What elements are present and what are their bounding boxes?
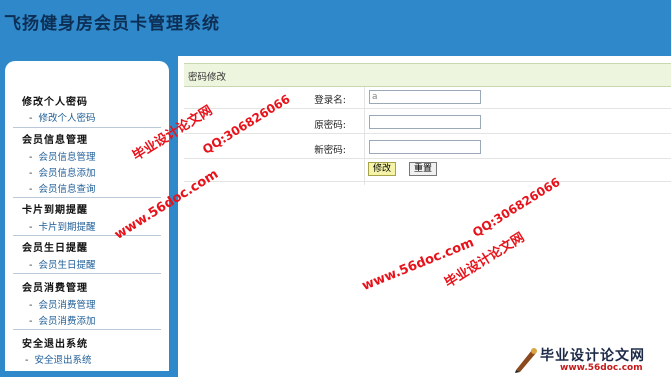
sidebar-group-title-birthday: 会员生日提醒: [22, 243, 88, 254]
bullet-dash: -: [29, 184, 33, 195]
sidebar: 修改个人密码 - 修改个人密码 会员信息管理 - 会员信息管理 - 会员信息添加 -会…: [5, 61, 169, 371]
sidebar-divider: [13, 235, 161, 236]
sidebar-group-title-logout: 安全退出系统: [22, 339, 88, 350]
watermark-brand: 毕业设计论文网: [442, 230, 528, 292]
form-row-username: 登录名:: [184, 88, 671, 109]
logo-brand-text: 毕业设计论文网: [540, 348, 645, 364]
app-title: 飞扬健身房会员卡管理系统: [4, 14, 220, 34]
app-header: 飞扬健身房会员卡管理系统: [0, 0, 671, 56]
reset-button[interactable]: 重置: [409, 162, 438, 176]
sidebar-divider: [13, 329, 161, 330]
form-row-new-password: 新密码:: [184, 138, 671, 159]
bullet-dash: -: [29, 260, 33, 271]
modify-button[interactable]: 修改: [368, 162, 397, 176]
pen-logo-icon: [515, 348, 537, 373]
sidebar-frame: 修改个人密码 - 修改个人密码 会员信息管理 - 会员信息管理 - 会员信息添加 -会…: [0, 56, 178, 377]
bullet-dash: -: [29, 113, 33, 124]
sidebar-item-change-password[interactable]: - 修改个人密码: [29, 110, 95, 124]
new-password-input[interactable]: [369, 140, 481, 154]
logo-url-text: www.56doc.com: [560, 363, 643, 373]
new-password-label: 新密码:: [314, 145, 346, 156]
sidebar-group-title-card-expiry: 卡片到期提醒: [22, 205, 88, 216]
sidebar-item-member-info-query[interactable]: - 会员信息查询: [29, 181, 95, 195]
panel-title: 密码修改: [188, 72, 227, 83]
sidebar-item-label: 会员生日提醒: [38, 260, 96, 271]
sidebar-item-label: 修改个人密码: [38, 113, 96, 124]
watermark-site: www.56doc.com: [360, 235, 477, 294]
sidebar-item-label: 安全退出系统: [34, 355, 92, 366]
bullet-dash: -: [29, 222, 33, 233]
sidebar-item-label: 会员消费管理: [38, 300, 96, 311]
sidebar-item-consumption-manage[interactable]: - 会员消费管理: [29, 297, 95, 311]
form-row-actions: 修改 重置: [184, 161, 671, 182]
sidebar-item-logout[interactable]: - 安全退出系统: [25, 352, 91, 366]
sidebar-item-label: 会员信息管理: [38, 152, 96, 163]
username-input[interactable]: [369, 90, 481, 104]
sidebar-divider: [13, 273, 161, 274]
watermark-qq: QQ:306826066: [470, 174, 563, 240]
bullet-dash: -: [29, 316, 33, 327]
sidebar-group-title-consumption: 会员消费管理: [22, 283, 88, 294]
sidebar-group-title-member-info: 会员信息管理: [22, 135, 88, 146]
form-row-old-password: 原密码:: [184, 113, 671, 134]
sidebar-group-title-password: 修改个人密码: [22, 97, 88, 108]
sidebar-item-card-expiry[interactable]: - 卡片到期提醒: [29, 219, 95, 233]
bullet-dash: -: [29, 300, 33, 311]
sidebar-item-label: 卡片到期提醒: [38, 222, 96, 233]
old-password-input[interactable]: [369, 115, 481, 129]
sidebar-item-member-info-manage[interactable]: - 会员信息管理: [29, 149, 95, 163]
panel-header: 密码修改: [184, 63, 671, 87]
sidebar-item-birthday[interactable]: - 会员生日提醒: [29, 257, 95, 271]
sidebar-item-member-info-add[interactable]: - 会员信息添加: [29, 165, 95, 179]
sidebar-divider: [13, 197, 161, 198]
bullet-dash: -: [29, 168, 33, 179]
bullet-dash: -: [25, 355, 29, 366]
bullet-dash: -: [29, 152, 33, 163]
sidebar-item-label: 会员消费添加: [38, 316, 96, 327]
sidebar-item-label: 会员信息添加: [38, 168, 96, 179]
username-label: 登录名:: [314, 95, 346, 106]
sidebar-item-consumption-add[interactable]: - 会员消费添加: [29, 313, 95, 327]
watermark-logo: 毕业设计论文网 www.56doc.com: [510, 342, 671, 377]
sidebar-divider: [13, 127, 161, 128]
old-password-label: 原密码:: [314, 120, 346, 131]
sidebar-item-label: 会员信息查询: [38, 184, 96, 195]
